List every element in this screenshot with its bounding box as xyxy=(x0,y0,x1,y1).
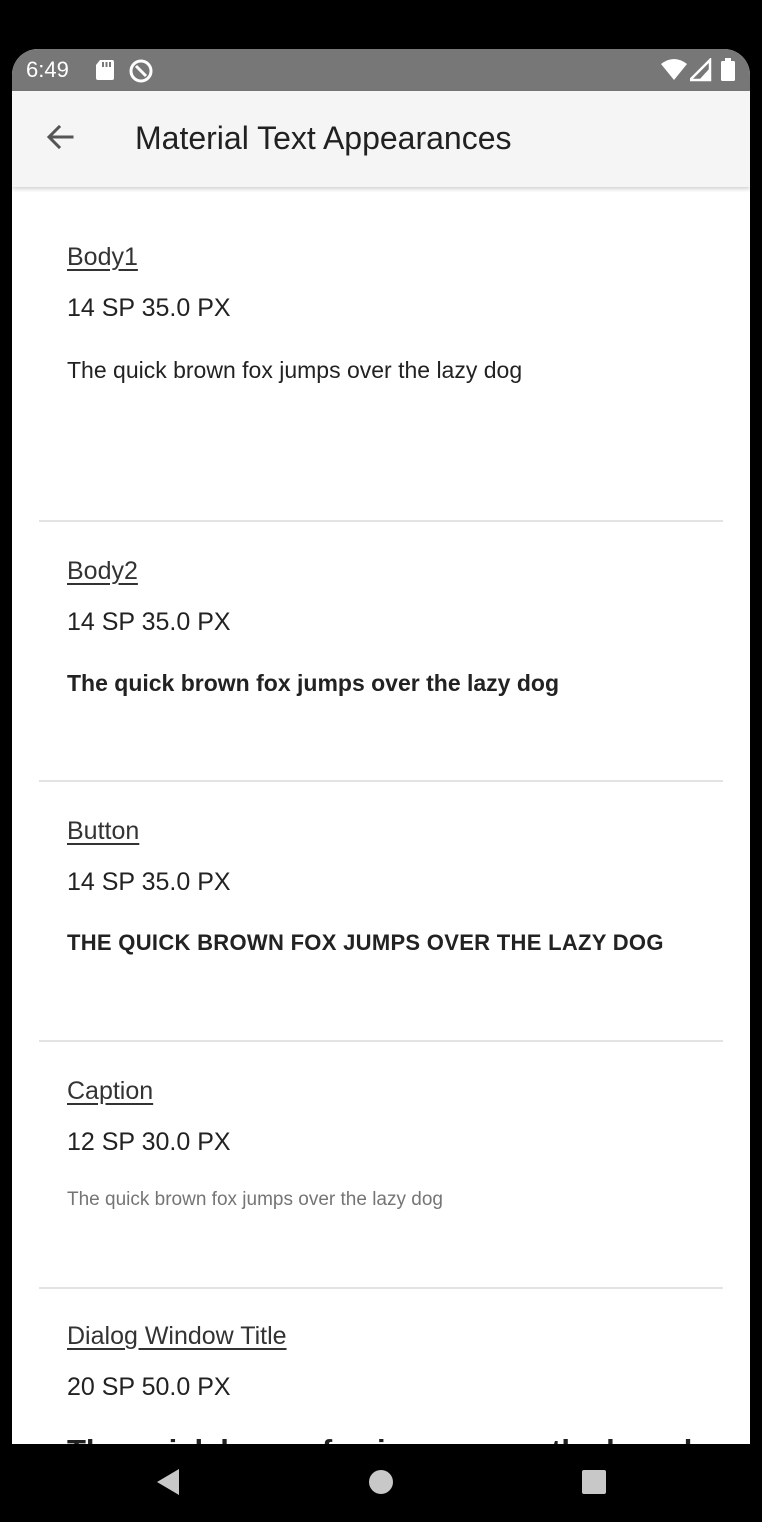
screen: 6:49 Material Text Appearances Body1 14 … xyxy=(12,49,750,1444)
nav-recents-icon xyxy=(580,1468,608,1501)
appearance-name: Body1 xyxy=(67,243,138,271)
status-time: 6:49 xyxy=(26,57,69,82)
back-button[interactable] xyxy=(36,115,84,163)
nav-back-icon xyxy=(153,1467,181,1502)
list-item-body2[interactable]: Body2 14 SP 35.0 PX The quick brown fox … xyxy=(12,522,750,780)
appearance-sample: The quick brown fox jumps over the lazy … xyxy=(67,670,560,696)
list-item-caption[interactable]: Caption 12 SP 30.0 PX The quick brown fo… xyxy=(12,1042,750,1288)
appearance-sample: The quick brown fox jumps over the lazy … xyxy=(67,1189,443,1210)
text-appearance-list[interactable]: Body1 14 SP 35.0 PX The quick brown fox … xyxy=(12,187,750,1444)
page-title: Material Text Appearances xyxy=(135,120,512,156)
nav-home-button[interactable] xyxy=(361,1464,401,1504)
appearance-sample: The quick brown fox jumps over the lazy … xyxy=(67,1433,730,1444)
appearance-name: Button xyxy=(67,817,140,845)
navigation-bar xyxy=(0,1444,762,1522)
arrow-back-icon xyxy=(44,121,76,158)
nav-home-icon xyxy=(367,1468,395,1501)
nav-back-button[interactable] xyxy=(147,1464,187,1504)
appearance-name: Body2 xyxy=(67,557,138,585)
appearance-name: Caption xyxy=(67,1077,154,1105)
device-frame: 6:49 Material Text Appearances Body1 14 … xyxy=(0,0,762,1522)
list-item-dialog-window-title[interactable]: Dialog Window Title 20 SP 50.0 PX The qu… xyxy=(12,1289,750,1444)
data-saver-icon xyxy=(128,58,153,83)
wifi-icon xyxy=(660,58,687,82)
appearance-sample: The quick brown fox jumps over the lazy … xyxy=(67,357,523,383)
app-bar: Material Text Appearances xyxy=(12,91,750,187)
battery-icon xyxy=(720,58,744,82)
appearance-name: Dialog Window Title xyxy=(67,1322,287,1350)
status-bar: 6:49 xyxy=(12,49,750,91)
appearance-size: 14 SP 35.0 PX xyxy=(67,868,231,896)
list-item-body1[interactable]: Body1 14 SP 35.0 PX The quick brown fox … xyxy=(12,187,750,521)
appearance-size: 14 SP 35.0 PX xyxy=(67,608,231,636)
appearance-size: 14 SP 35.0 PX xyxy=(67,294,231,322)
list-item-button[interactable]: Button 14 SP 35.0 PX THE QUICK BROWN FOX… xyxy=(12,782,750,1040)
nav-recents-button[interactable] xyxy=(574,1464,614,1504)
appearance-size: 20 SP 50.0 PX xyxy=(67,1373,231,1401)
appearance-sample: THE QUICK BROWN FOX JUMPS OVER THE LAZY … xyxy=(67,930,664,955)
signal-icon xyxy=(686,56,714,82)
appearance-size: 12 SP 30.0 PX xyxy=(67,1128,231,1156)
sd-card-icon xyxy=(94,58,118,82)
